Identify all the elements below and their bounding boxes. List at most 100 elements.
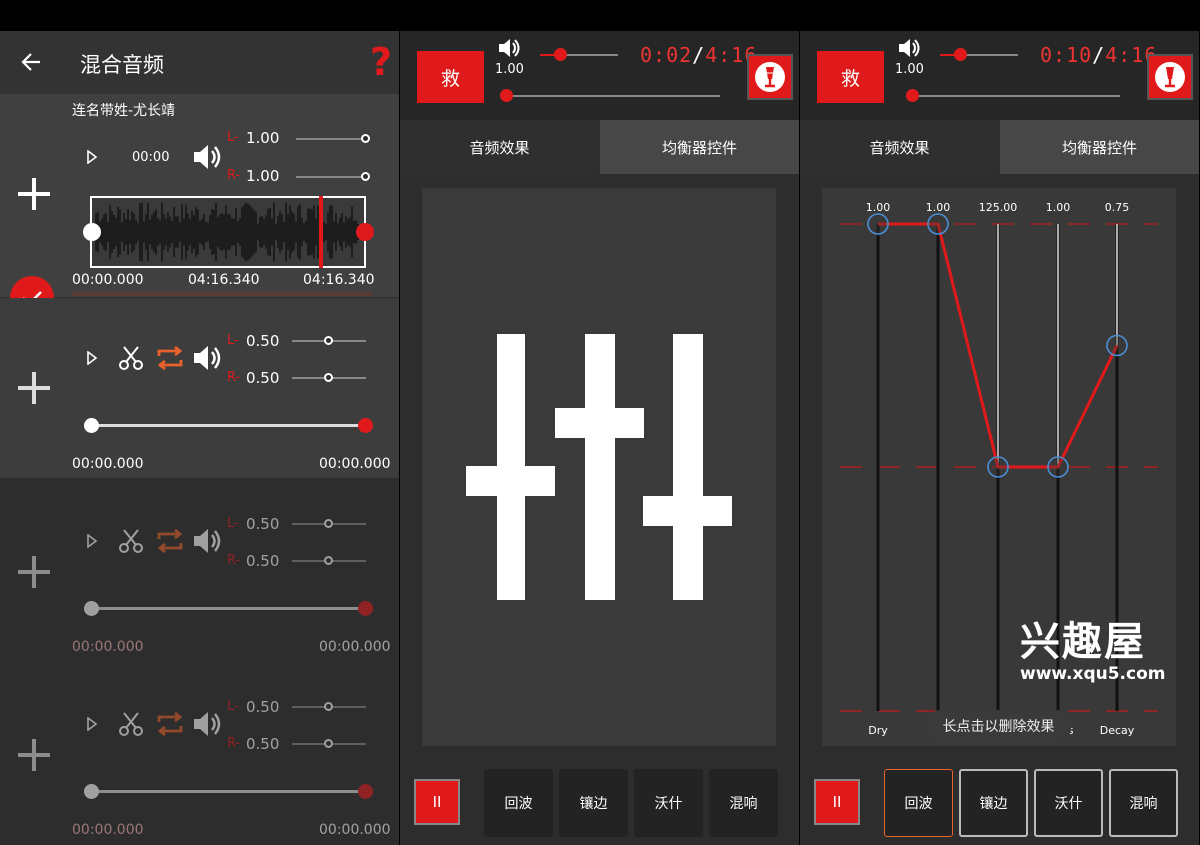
start-time: 00:00.000 <box>72 822 144 838</box>
trim-start-handle[interactable] <box>84 601 99 616</box>
effect-reverb[interactable]: 混响 <box>709 769 778 837</box>
effect-wah[interactable]: 沃什 <box>634 769 703 837</box>
add-track-icon[interactable] <box>16 554 52 590</box>
trim-slider[interactable] <box>91 424 365 427</box>
right-channel-label: R- <box>227 370 241 385</box>
svg-text:?: ? <box>370 43 392 79</box>
save-button[interactable]: 救 <box>417 51 484 103</box>
start-time: 00:00.000 <box>72 456 144 472</box>
parameter-node-decay[interactable] <box>1106 334 1128 357</box>
scissors-icon[interactable] <box>118 711 144 737</box>
waveform-box[interactable] <box>90 196 366 268</box>
tab-bar: 音频效果 均衡器控件 <box>800 120 1199 174</box>
tab-equalizer[interactable]: 均衡器控件 <box>600 120 799 174</box>
right-slider-knob[interactable] <box>324 556 333 565</box>
left-slider-knob[interactable] <box>361 134 370 143</box>
trim-start-handle[interactable] <box>84 784 99 799</box>
volume-icon[interactable] <box>192 526 224 556</box>
trim-end-handle[interactable] <box>358 784 373 799</box>
effect-reverb[interactable]: 混响 <box>1109 769 1178 837</box>
repeat-icon[interactable] <box>155 527 185 555</box>
effect-echo[interactable]: 回波 <box>484 769 553 837</box>
trim-slider[interactable] <box>91 790 365 793</box>
page-title: 混合音频 <box>80 53 164 77</box>
playback-clock: 0:10/4:16 <box>1040 43 1157 67</box>
seek-knob[interactable] <box>500 89 513 102</box>
value-label-decay: 0.75 <box>1105 201 1130 214</box>
pause-button[interactable]: II <box>814 779 860 825</box>
help-question-icon[interactable]: ? <box>368 43 392 79</box>
parameter-node-beats[interactable] <box>1047 456 1069 478</box>
end-time: 00:00.000 <box>319 456 391 472</box>
playhead-marker[interactable] <box>319 196 323 268</box>
screenshot-root: 混合音频 ? 连名带姓-尤长靖 00:00 L- 1.00 R- 1.00 00… <box>0 0 1200 845</box>
trim-start-handle[interactable] <box>84 418 99 433</box>
parameter-node-bpm[interactable] <box>987 456 1009 478</box>
start-time: 00:00.000 <box>72 272 144 288</box>
trim-start-handle[interactable] <box>83 223 101 241</box>
play-icon[interactable] <box>86 534 98 548</box>
add-track-icon[interactable] <box>16 370 52 406</box>
add-track-icon[interactable] <box>16 176 52 212</box>
back-arrow-icon[interactable] <box>20 51 42 73</box>
volume-icon[interactable] <box>192 709 224 739</box>
trim-end-handle[interactable] <box>356 223 374 241</box>
tab-audio-effects[interactable]: 音频效果 <box>400 120 599 174</box>
play-icon[interactable] <box>86 351 98 365</box>
seek-knob[interactable] <box>906 89 919 102</box>
repeat-icon[interactable] <box>155 344 185 372</box>
scissors-icon[interactable] <box>118 345 144 371</box>
volume-knob[interactable] <box>554 48 567 61</box>
watermark-url: www.xqu5.com <box>1020 664 1166 684</box>
end-time: 00:00.000 <box>319 639 391 655</box>
value-label-wet: 1.00 <box>926 201 951 214</box>
tab-equalizer[interactable]: 均衡器控件 <box>1000 120 1199 174</box>
volume-icon[interactable] <box>192 142 224 172</box>
trim-end-handle[interactable] <box>358 601 373 616</box>
track-2: L- 0.50 R- 0.50 00:00.000 00:00.000 <box>0 298 399 478</box>
trim-end-handle[interactable] <box>358 418 373 433</box>
player-header: 救 1.00 0:10/4:16 <box>800 31 1199 120</box>
effect-flanger[interactable]: 镶边 <box>959 769 1028 837</box>
scissors-icon[interactable] <box>118 528 144 554</box>
right-slider-knob[interactable] <box>361 172 370 181</box>
left-channel-value: 0.50 <box>246 332 280 350</box>
volume-icon[interactable] <box>192 343 224 373</box>
parameter-node-dry[interactable] <box>867 213 889 235</box>
trim-range-bar <box>72 292 372 296</box>
volume-icon[interactable] <box>897 36 923 60</box>
effect-echo[interactable]: 回波 <box>884 769 953 837</box>
microphone-button[interactable] <box>1147 54 1193 100</box>
pause-button[interactable]: II <box>414 779 460 825</box>
seek-bar[interactable] <box>906 95 1120 97</box>
volume-icon[interactable] <box>497 36 523 60</box>
save-button[interactable]: 救 <box>817 51 884 103</box>
right-channel-slider[interactable] <box>296 176 366 178</box>
volume-value: 1.00 <box>495 62 524 77</box>
seek-bar[interactable] <box>506 95 720 97</box>
mixer-panel: 混合音频 ? 连名带姓-尤长靖 00:00 L- 1.00 R- 1.00 00… <box>0 31 399 845</box>
volume-knob[interactable] <box>954 48 967 61</box>
play-icon[interactable] <box>86 150 98 164</box>
value-label-dry: 1.00 <box>866 201 891 214</box>
right-slider-knob[interactable] <box>324 373 333 382</box>
left-channel-slider[interactable] <box>296 138 366 140</box>
parameter-node-wet[interactable] <box>927 213 949 235</box>
track-position: 00:00 <box>132 150 170 165</box>
play-icon[interactable] <box>86 717 98 731</box>
effect-flanger[interactable]: 镶边 <box>559 769 628 837</box>
watermark-brand: 兴趣屋 <box>1020 619 1146 665</box>
left-slider-knob[interactable] <box>324 519 333 528</box>
tab-audio-effects[interactable]: 音频效果 <box>800 120 999 174</box>
effect-wah[interactable]: 沃什 <box>1034 769 1103 837</box>
left-channel-value: 0.50 <box>246 515 280 533</box>
repeat-icon[interactable] <box>155 710 185 738</box>
trim-slider[interactable] <box>91 607 365 610</box>
right-channel-value: 1.00 <box>246 167 280 185</box>
microphone-button[interactable] <box>747 54 793 100</box>
add-track-icon[interactable] <box>16 737 52 773</box>
left-slider-knob[interactable] <box>324 336 333 345</box>
right-slider-knob[interactable] <box>324 739 333 748</box>
hint-toast: 长点击以删除效果 <box>926 710 1071 742</box>
left-slider-knob[interactable] <box>324 702 333 711</box>
